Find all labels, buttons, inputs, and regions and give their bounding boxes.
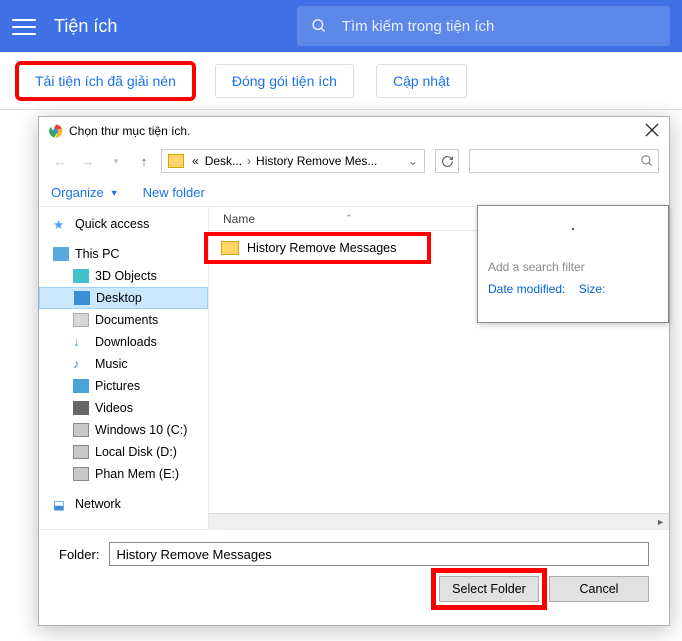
select-folder-button[interactable]: Select Folder	[439, 576, 539, 602]
address-bar[interactable]: « Desk... › History Remove Mes... ⌄	[161, 149, 425, 173]
tree-windows-c[interactable]: Windows 10 (C:)	[39, 419, 208, 441]
dialog-toolbar: Organize ▼ New folder	[39, 179, 669, 207]
search-hint: Add a search filter	[488, 260, 658, 274]
folder-label: Folder:	[59, 547, 99, 562]
tree-pictures[interactable]: Pictures	[39, 375, 208, 397]
organize-menu[interactable]: Organize	[51, 185, 104, 200]
dialog-title: Chọn thư mục tiện ích.	[69, 124, 190, 138]
menu-icon[interactable]	[12, 14, 36, 38]
chrome-icon	[49, 124, 63, 138]
recent-dropdown[interactable]: ▾	[105, 150, 127, 172]
horizontal-scrollbar[interactable]: ◄ ►	[209, 513, 669, 529]
load-unpacked-button[interactable]: Tải tiện ích đã giải nén	[18, 64, 193, 98]
folder-icon	[221, 241, 239, 255]
search-container[interactable]	[297, 6, 670, 46]
folder-path-input[interactable]	[109, 542, 649, 566]
videos-icon	[73, 401, 89, 415]
downloads-icon: ↓	[73, 335, 89, 349]
cancel-button[interactable]: Cancel	[549, 576, 649, 602]
refresh-button[interactable]	[435, 149, 459, 173]
tree-phan-mem-e[interactable]: Phan Mem (E:)	[39, 463, 208, 485]
documents-icon	[73, 313, 89, 327]
folder-item[interactable]: History Remove Messages	[209, 237, 426, 259]
dialog-footer: Folder: Select Folder Cancel	[39, 529, 669, 616]
dialog-search-input[interactable]	[469, 149, 659, 173]
pictures-icon	[73, 379, 89, 393]
tree-3d-objects[interactable]: 3D Objects	[39, 265, 208, 287]
tree-network[interactable]: ⬓Network	[39, 493, 208, 515]
organize-dropdown-icon[interactable]: ▼	[110, 188, 119, 198]
dialog-body: ★Quick access This PC 3D Objects Desktop…	[39, 207, 669, 529]
network-icon: ⬓	[53, 497, 69, 511]
breadcrumb-1[interactable]: Desk...	[202, 154, 245, 168]
tree-videos[interactable]: Videos	[39, 397, 208, 419]
filter-date-modified[interactable]: Date modified:	[488, 282, 565, 296]
tree-documents[interactable]: Documents	[39, 309, 208, 331]
nav-row: ← → ▾ ↑ « Desk... › History Remove Mes..…	[39, 139, 669, 179]
tree-downloads[interactable]: ↓Downloads	[39, 331, 208, 353]
music-icon: ♪	[73, 357, 89, 371]
pack-extension-button[interactable]: Đóng gói tiện ích	[215, 64, 354, 98]
new-folder-button[interactable]: New folder	[143, 185, 205, 200]
back-button[interactable]: ←	[49, 150, 71, 172]
disk-icon	[73, 445, 89, 459]
page-title: Tiện ích	[54, 16, 117, 37]
folder-icon	[168, 154, 184, 168]
search-icon	[640, 154, 654, 168]
desktop-icon	[74, 291, 90, 305]
close-button[interactable]	[645, 123, 659, 140]
tree-desktop[interactable]: Desktop	[39, 287, 208, 309]
3d-icon	[73, 269, 89, 283]
chevron-right-icon: ›	[245, 154, 253, 168]
filter-size[interactable]: Size:	[579, 282, 606, 296]
chevron-down-icon[interactable]: ⌄	[406, 154, 420, 168]
pc-icon	[53, 247, 69, 261]
tree-quick-access[interactable]: ★Quick access	[39, 213, 208, 235]
file-list[interactable]: Name ⌃ History Remove Messages Add a sea…	[209, 207, 669, 529]
extensions-header: Tiện ích	[0, 0, 682, 52]
scroll-right-icon[interactable]: ►	[656, 517, 665, 527]
tree-local-d[interactable]: Local Disk (D:)	[39, 441, 208, 463]
folder-tree[interactable]: ★Quick access This PC 3D Objects Desktop…	[39, 207, 209, 529]
update-button[interactable]: Cập nhật	[376, 64, 467, 98]
scroll-left-icon[interactable]: ◄	[213, 517, 222, 527]
folder-picker-dialog: Chọn thư mục tiện ích. ← → ▾ ↑ « Desk...…	[38, 116, 670, 626]
tree-music[interactable]: ♪Music	[39, 353, 208, 375]
up-button[interactable]: ↑	[133, 150, 155, 172]
sort-indicator-icon: ⌃	[345, 213, 353, 224]
search-input[interactable]	[342, 18, 656, 35]
search-filter-popup: Add a search filter Date modified: Size:	[477, 205, 669, 323]
breadcrumb-prefix: «	[189, 154, 202, 168]
disk-icon	[73, 423, 89, 437]
breadcrumb-2[interactable]: History Remove Mes...	[253, 154, 380, 168]
extensions-toolbar: Tải tiện ích đã giải nén Đóng gói tiện í…	[0, 52, 682, 110]
tree-this-pc[interactable]: This PC	[39, 243, 208, 265]
folder-name: History Remove Messages	[247, 241, 396, 255]
search-icon	[311, 17, 327, 35]
star-icon: ★	[53, 217, 69, 231]
disk-icon	[73, 467, 89, 481]
dialog-titlebar: Chọn thư mục tiện ích.	[39, 117, 669, 139]
forward-button[interactable]: →	[77, 150, 99, 172]
